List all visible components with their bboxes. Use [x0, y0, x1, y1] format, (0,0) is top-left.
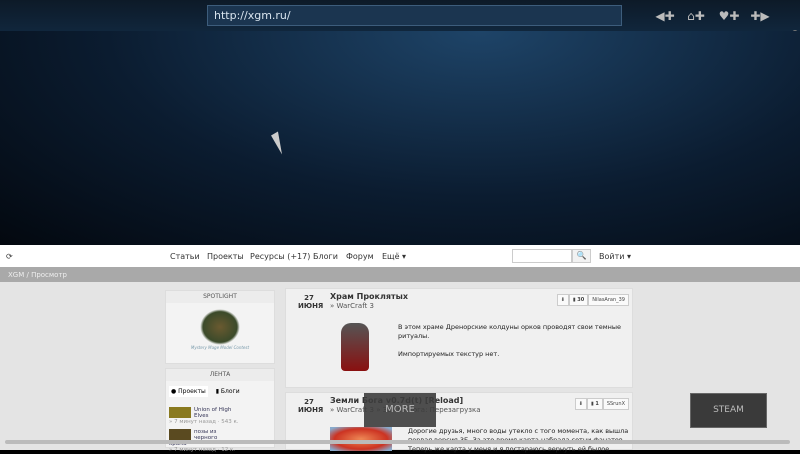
feed-item[interactable]: Union of High Elves» 7 минут назад · 543… — [169, 407, 239, 425]
login-button[interactable]: Войти ▾ — [599, 252, 631, 261]
search-icon[interactable]: 🔍 — [572, 249, 591, 263]
nav-resources[interactable]: Ресурсы (+17) — [250, 252, 310, 261]
post-category[interactable]: » WarCraft 3 — [330, 302, 374, 310]
home-icon[interactable]: ⌂✚ — [683, 8, 709, 24]
tab-projects[interactable]: ● Проекты — [169, 386, 208, 397]
post-author[interactable]: SSrunX — [602, 398, 629, 410]
more-button[interactable]: MORE — [364, 393, 436, 427]
spotlight-caption: Mystery Mage Model Contest — [190, 345, 250, 350]
cursor-icon — [271, 131, 289, 155]
horizontal-scrollbar[interactable] — [5, 440, 790, 444]
breadcrumb[interactable]: XGM / Просмотр — [0, 267, 800, 282]
forward-icon[interactable]: ✚▶ — [747, 8, 773, 24]
overlay-browser-toolbar: http://xgm.ru/ ◀✚ ⌂✚ ♥✚ ✚▶ — [0, 0, 800, 31]
tab-blogs[interactable]: ▮ Блоги — [214, 386, 242, 397]
nav-forum[interactable]: Форум — [346, 252, 374, 261]
post-image[interactable] — [330, 427, 392, 451]
refresh-icon[interactable]: ⟳ — [6, 252, 13, 261]
favorite-icon[interactable]: ♥✚ — [716, 8, 742, 24]
download-icon[interactable]: ⬇ — [574, 398, 587, 410]
url-field[interactable]: http://xgm.ru/ — [207, 5, 622, 26]
download-icon[interactable]: ⬇ — [556, 294, 569, 306]
nav-more[interactable]: Ещё ▾ — [382, 252, 406, 261]
post-image[interactable] — [341, 323, 369, 371]
spotlight-image[interactable] — [200, 309, 240, 345]
site-nav: ⟳ Статьи Проекты Ресурсы (+17) Блоги Фор… — [0, 245, 800, 267]
back-icon[interactable]: ◀✚ — [652, 8, 678, 24]
nav-blogs[interactable]: Блоги — [313, 252, 338, 261]
spotlight-title: SPOTLIGHT — [166, 291, 274, 303]
comments-count[interactable]: ▮ 30 — [568, 294, 589, 306]
post-card: 27 ИЮНЯ Храм Проклятых » WarCraft 3 ⬇ ▮ 30… — [285, 288, 633, 388]
hero-background — [0, 31, 800, 245]
spotlight-panel: SPOTLIGHT Mystery Mage Model Contest — [165, 290, 275, 364]
post-title[interactable]: Храм Проклятых — [330, 292, 408, 301]
nav-projects[interactable]: Проекты — [207, 252, 244, 261]
feed-panel: ЛЕНТА ● Проекты ▮ Блоги Union of High El… — [165, 368, 275, 453]
nav-articles[interactable]: Статьи — [170, 252, 200, 261]
feed-title: ЛЕНТА — [166, 369, 274, 381]
comments-count[interactable]: ▮ 1 — [587, 398, 603, 410]
steam-button[interactable]: STEAM — [690, 393, 767, 428]
search-input[interactable] — [512, 249, 572, 263]
post-author[interactable]: NilasAran_39 — [588, 294, 629, 306]
